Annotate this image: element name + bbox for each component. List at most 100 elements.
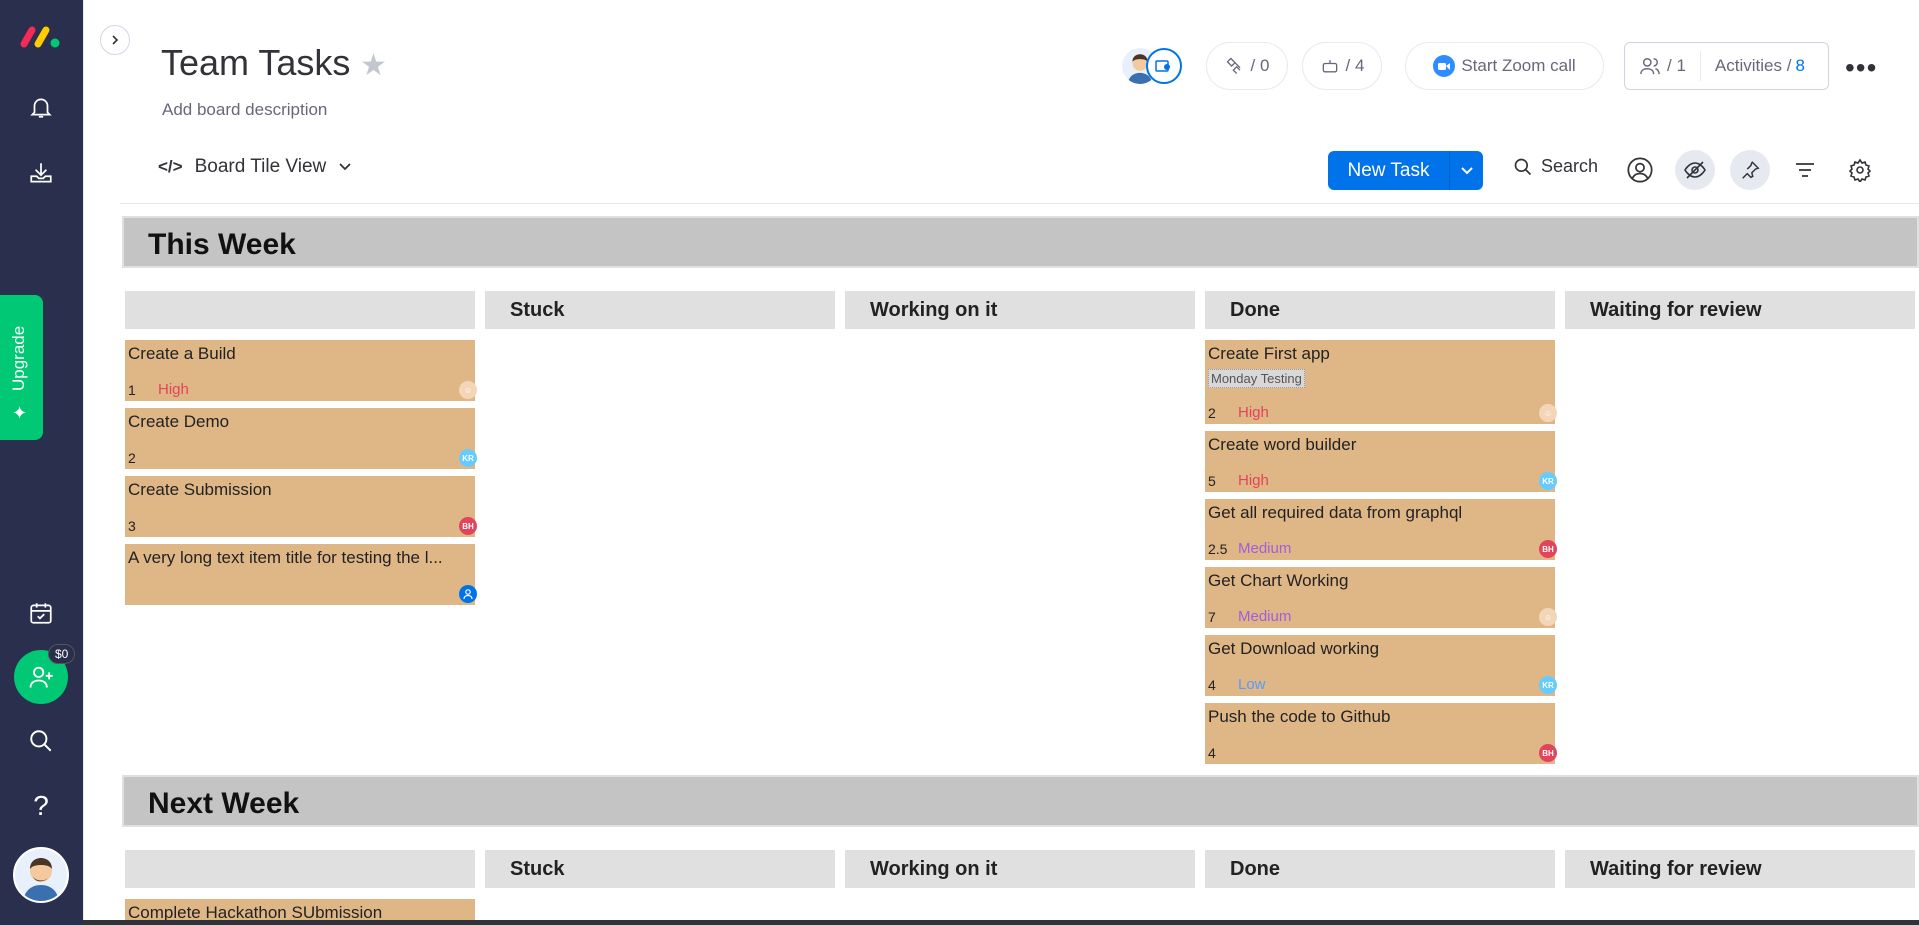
members-button[interactable]: / 1	[1625, 51, 1701, 81]
owner-avatar[interactable]: ☺	[1539, 608, 1557, 626]
task-tag[interactable]: Monday Testing	[1208, 369, 1305, 388]
task-name: Create Submission	[128, 480, 272, 499]
task-card[interactable]: Get Chart Working 7 Medium ☺	[1205, 567, 1557, 628]
view-selector[interactable]: </> Board Tile View	[158, 156, 352, 178]
board-description[interactable]: Add board description	[162, 100, 327, 120]
task-card[interactable]: Create First app Monday Testing 2 High ☺	[1205, 340, 1557, 424]
toolbar-divider	[120, 203, 1919, 204]
group-header-next-week[interactable]: Next Week	[122, 775, 1919, 827]
invite-badge: $0	[48, 644, 76, 664]
task-card[interactable]: Create a Build 1 High ☺	[125, 340, 477, 401]
favorite-star-icon[interactable]: ★	[360, 48, 387, 83]
search-button[interactable]: Search	[1513, 156, 1598, 177]
start-zoom-call-button[interactable]: Start Zoom call	[1405, 42, 1604, 90]
new-task-label: New Task	[1347, 159, 1430, 181]
task-name: Get Download working	[1208, 639, 1380, 658]
my-work-calendar-icon[interactable]	[22, 594, 60, 632]
group-header-this-week[interactable]: This Week	[122, 216, 1919, 268]
user-avatar[interactable]	[13, 847, 69, 903]
automations-button[interactable]: / 4	[1302, 42, 1382, 90]
zoom-label: Start Zoom call	[1461, 56, 1576, 75]
new-task-button[interactable]: New Task	[1328, 151, 1483, 190]
task-card[interactable]: Get Download working 4 Low KR	[1205, 635, 1557, 696]
owner-avatar-icon[interactable]	[459, 585, 477, 603]
hide-icon[interactable]	[1675, 150, 1715, 190]
group-title: Next Week	[148, 787, 300, 820]
owner-avatar[interactable]: KR	[1539, 472, 1557, 490]
task-name: Get Chart Working	[1208, 571, 1349, 590]
settings-gear-icon[interactable]	[1840, 150, 1880, 190]
left-rail: Upgrade ✦ $0 ?	[0, 0, 83, 925]
owner-avatar[interactable]: BH	[1539, 744, 1557, 762]
owner-avatar[interactable]: ☺	[1539, 404, 1557, 422]
task-number: 5	[1208, 473, 1216, 489]
person-filter-icon[interactable]	[1620, 150, 1660, 190]
column-header-stuck: Stuck	[485, 850, 835, 888]
task-number: 7	[1208, 609, 1216, 625]
help-icon[interactable]: ?	[22, 787, 60, 825]
task-card[interactable]: Create Submission 3 BH	[125, 476, 477, 537]
task-priority: High	[158, 381, 189, 398]
task-number: 2	[1208, 405, 1216, 421]
integrations-icon	[1226, 57, 1241, 74]
owner-avatar[interactable]: BH	[459, 517, 477, 535]
invite-members-button[interactable]: $0	[14, 644, 76, 704]
owner-avatar[interactable]: ☺	[459, 381, 477, 399]
owner-avatar[interactable]: BH	[1539, 540, 1557, 558]
column-header-working-on-it: Working on it	[845, 291, 1195, 329]
updates-button[interactable]: / 0	[1206, 42, 1288, 90]
activities-button[interactable]: Activities / 8	[1701, 56, 1819, 76]
task-name: Create word builder	[1208, 435, 1357, 454]
collapse-sidebar-button[interactable]	[100, 25, 130, 55]
task-priority: Medium	[1238, 608, 1292, 625]
new-task-dropdown[interactable]	[1449, 151, 1483, 190]
task-number: 2.5	[1208, 541, 1228, 557]
task-priority: High	[1238, 404, 1269, 421]
upgrade-label: Upgrade	[9, 325, 28, 391]
zoom-icon	[1433, 55, 1456, 77]
task-card[interactable]: A very long text item title for testing …	[125, 544, 477, 605]
task-number: 4	[1208, 677, 1216, 693]
notifications-bell-icon[interactable]	[22, 88, 60, 126]
more-options-icon[interactable]: •••	[1845, 52, 1877, 84]
view-label: Board Tile View	[194, 156, 327, 177]
task-card[interactable]: Get all required data from graphql 2.5 M…	[1205, 499, 1557, 560]
add-user-icon	[29, 666, 53, 688]
search-icon[interactable]	[22, 722, 60, 760]
task-name: Complete Hackathon SUbmission	[128, 903, 383, 920]
task-name: Push the code to Github	[1208, 707, 1391, 726]
column-header-stuck: Stuck	[485, 291, 835, 329]
column-header-working-on-it: Working on it	[845, 850, 1195, 888]
board-title[interactable]: Team Tasks	[161, 42, 350, 84]
owner-avatar[interactable]: KR	[459, 449, 477, 467]
column-header-done: Done	[1205, 850, 1555, 888]
task-name: Create Demo	[128, 412, 230, 431]
watch-board-icon	[1146, 48, 1182, 84]
board-subscribers[interactable]	[1122, 48, 1186, 84]
column-header-waiting-for-review: Waiting for review	[1565, 291, 1915, 329]
task-priority: Medium	[1238, 540, 1292, 557]
filter-icon[interactable]	[1785, 150, 1825, 190]
task-name: Get all required data from graphql	[1208, 503, 1463, 522]
task-priority: High	[1238, 472, 1269, 489]
search-icon	[1514, 158, 1532, 175]
task-card[interactable]: Create Demo 2 KR	[125, 408, 477, 469]
monday-logo[interactable]	[18, 22, 64, 52]
upgrade-button[interactable]: Upgrade ✦	[0, 295, 43, 440]
code-icon: </>	[158, 157, 183, 176]
chevron-down-icon	[1460, 166, 1473, 174]
people-icon	[1640, 58, 1660, 75]
inbox-download-icon[interactable]	[22, 154, 60, 192]
column-header-waiting-for-review: Waiting for review	[1565, 850, 1915, 888]
group-title: This Week	[148, 228, 296, 261]
task-card[interactable]: Create word builder 5 High KR	[1205, 431, 1557, 492]
pin-icon[interactable]	[1730, 150, 1770, 190]
task-card[interactable]: Complete Hackathon SUbmission	[125, 899, 475, 920]
task-card[interactable]: Push the code to Github 4 BH	[1205, 703, 1557, 764]
task-name: A very long text item title for testing …	[128, 548, 443, 567]
robot-icon	[1322, 60, 1337, 73]
sparkle-icon: ✦	[12, 403, 28, 423]
owner-avatar[interactable]: KR	[1539, 676, 1557, 694]
task-priority: Low	[1238, 676, 1266, 693]
bottom-scrollbar[interactable]	[83, 920, 1919, 925]
